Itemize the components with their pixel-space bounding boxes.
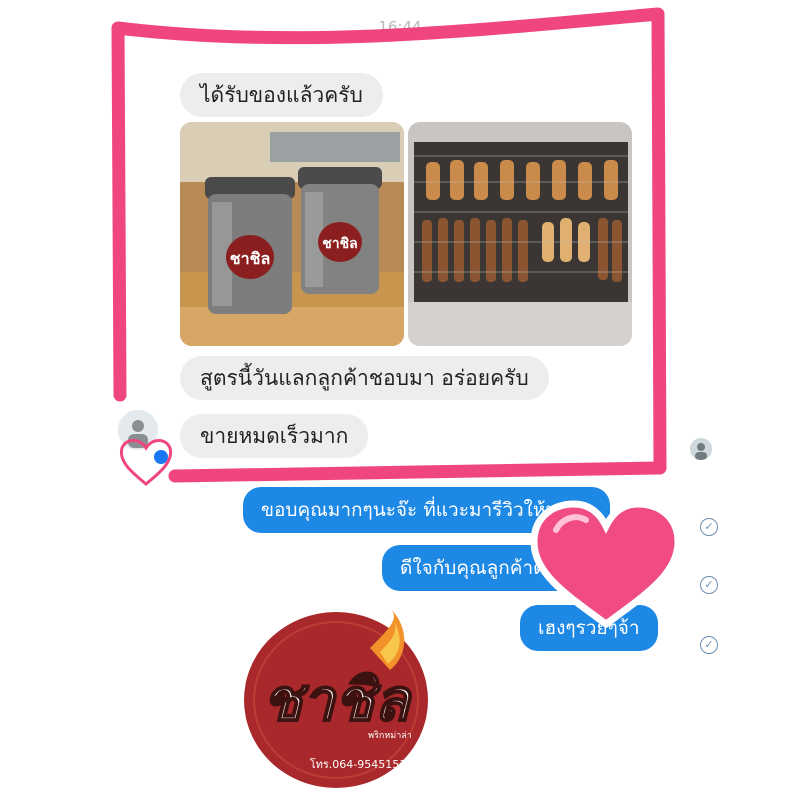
messenger-badge-icon [152, 448, 170, 466]
sender-avatar[interactable] [118, 410, 158, 450]
seen-avatar-image [690, 438, 712, 460]
logo-brand-text: ชาชิล [263, 666, 413, 734]
grilled-skewers-image [408, 122, 632, 346]
seasoning-jars-image: ชาชิล ชาชิล [180, 122, 404, 346]
read-receipt-check-icon: ✓ [700, 576, 718, 594]
seen-avatar [690, 438, 712, 460]
brand-logo-image: ชาชิล พริกหม่าล่า โทร.064-9545151 [244, 608, 428, 788]
shared-photo-grilled-skewers[interactable] [408, 122, 632, 346]
brand-logo: ชาชิล พริกหม่าล่า โทร.064-9545151 [240, 608, 436, 790]
message-timestamp: 16:44 [378, 18, 422, 36]
sender-avatar-image [118, 410, 158, 450]
read-receipt-check-icon: ✓ [700, 518, 718, 536]
svg-text:ชาชิล: ชาชิล [322, 236, 357, 252]
incoming-message-3[interactable]: ขายหมดเร็วมาก [180, 414, 369, 458]
logo-subtitle: พริกหม่าล่า [368, 730, 412, 741]
logo-phone: โทร.064-9545151 [310, 757, 407, 771]
read-receipt-check-icon: ✓ [700, 636, 718, 654]
heart-sticker-icon [530, 500, 682, 628]
incoming-message-1[interactable]: ได้รับของแล้วครับ [180, 73, 383, 117]
incoming-message-2[interactable]: สูตรนี้วันแลกลูกค้าชอบมา อร่อยครับ [180, 356, 549, 400]
svg-text:ชาชิล: ชาชิล [230, 249, 271, 268]
shared-photo-seasoning-jars[interactable]: ชาชิล ชาชิล [180, 122, 404, 346]
